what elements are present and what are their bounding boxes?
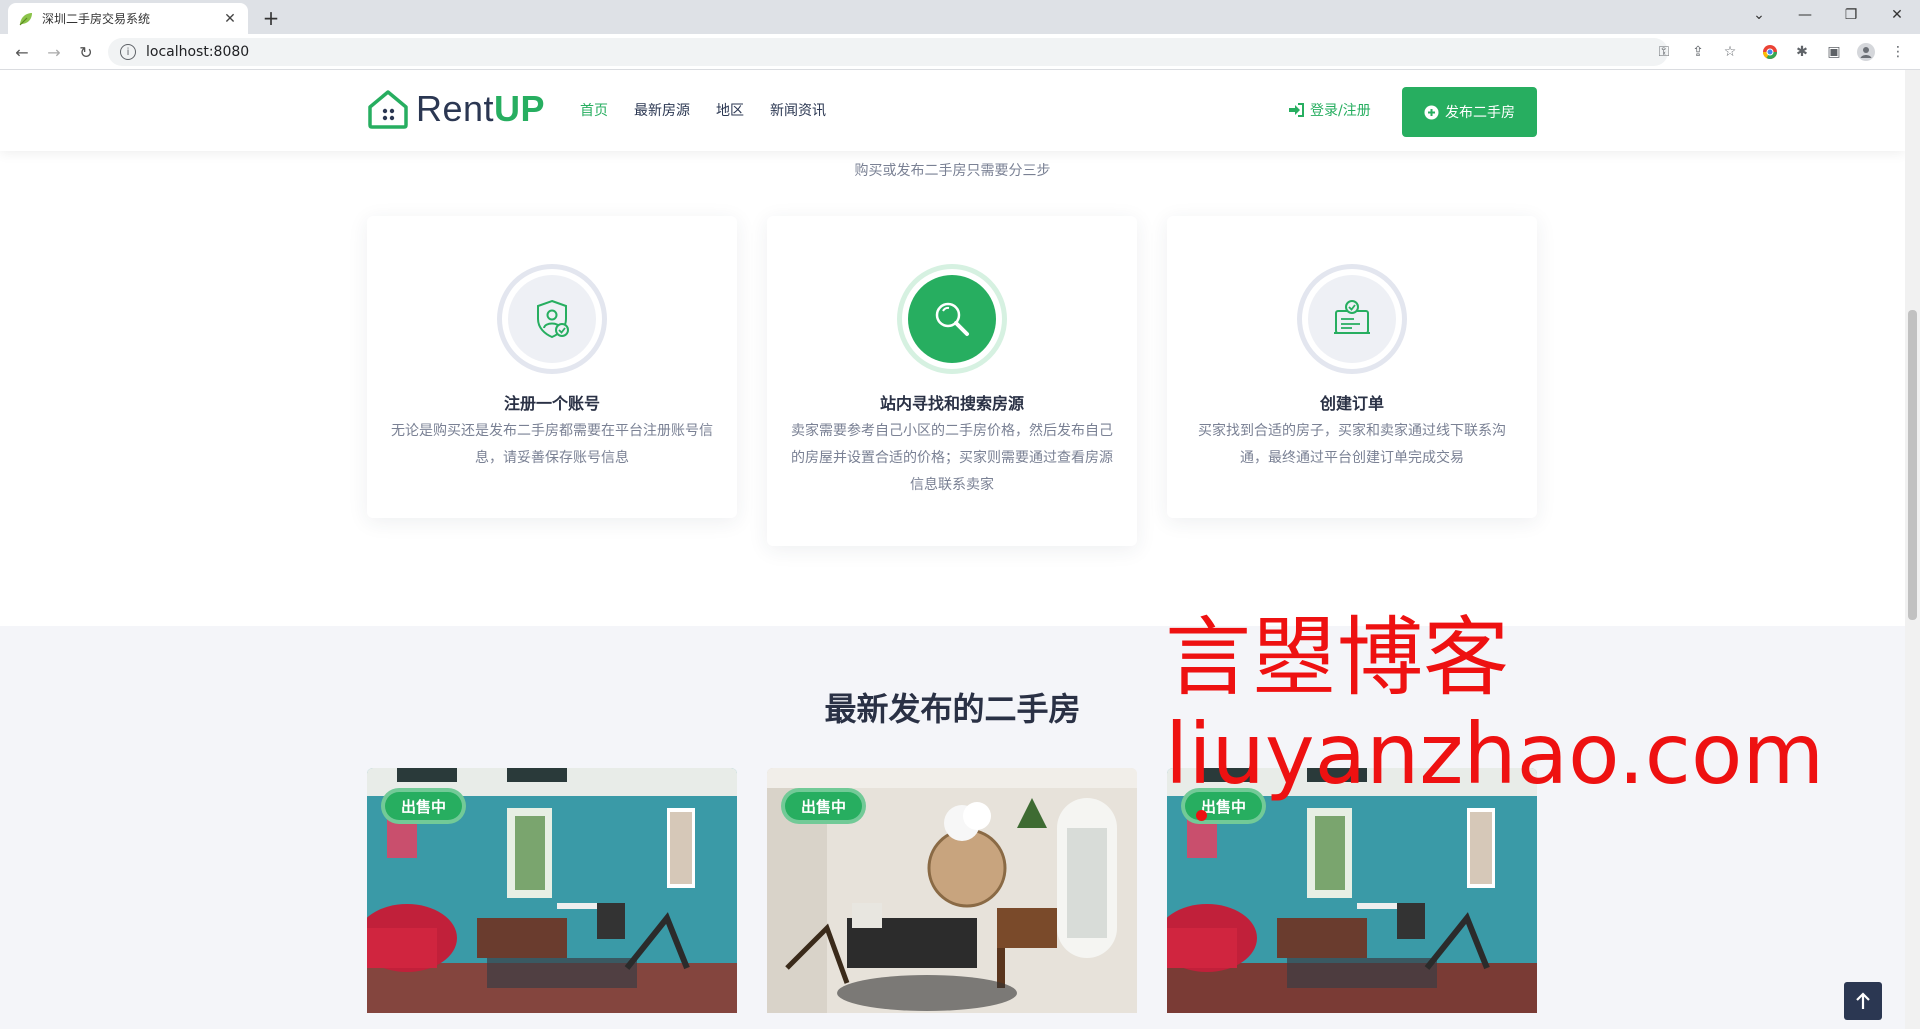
step-card-search: 站内寻找和搜索房源 卖家需要参考自己小区的二手房价格，然后发布自己的房屋并设置合… xyxy=(767,216,1137,546)
logo-text: RentUP xyxy=(416,88,546,129)
menu-kebab-icon[interactable]: ⋮ xyxy=(1886,40,1910,64)
nav-item-latest[interactable]: 最新房源 xyxy=(634,100,690,120)
scrollbar-thumb[interactable] xyxy=(1908,310,1917,620)
plus-circle-icon xyxy=(1424,105,1439,119)
watermark-title: 言曌博客 xyxy=(1165,608,1509,708)
back-to-top-button[interactable] xyxy=(1844,982,1882,1020)
side-panel-icon[interactable]: ▣ xyxy=(1822,40,1846,64)
nav-item-news[interactable]: 新闻资讯 xyxy=(770,100,826,120)
step-card-register: 注册一个账号 无论是购买还是发布二手房都需要在平台注册账号信息，请妥善保存账号信… xyxy=(367,216,737,518)
step-icon-ring xyxy=(497,264,607,374)
nav-item-home[interactable]: 首页 xyxy=(580,100,608,120)
search-icon xyxy=(935,302,969,336)
shield-user-icon xyxy=(537,299,569,339)
profile-avatar-icon[interactable] xyxy=(1854,40,1878,64)
property-card[interactable]: 出售中 xyxy=(767,768,1137,1013)
page-viewport: RentUP 首页 最新房源 地区 新闻资讯 登录/注册 发布二手房 购买或发布… xyxy=(0,70,1905,1029)
status-badge: 出售中 xyxy=(781,788,867,824)
step-desc: 买家找到合适的房子，买家和卖家通过线下联系沟通，最终通过平台创建订单完成交易 xyxy=(1198,423,1506,466)
bookmark-star-icon[interactable]: ☆ xyxy=(1718,40,1742,64)
tab-title: 深圳二手房交易系统 xyxy=(42,12,151,26)
url-text: localhost:8080 xyxy=(146,44,250,60)
puzzle-icon[interactable]: ✱ xyxy=(1790,40,1814,64)
arrow-up-icon xyxy=(1856,992,1870,1009)
reload-icon[interactable]: ↻ xyxy=(74,40,98,64)
page-scrollbar[interactable] xyxy=(1905,70,1920,1029)
leaf-favicon-icon xyxy=(18,11,34,27)
property-card[interactable]: 出售中 xyxy=(367,768,737,1013)
step-icon-ring xyxy=(897,264,1007,374)
step-title: 创建订单 xyxy=(1319,394,1384,413)
window-close-icon[interactable]: ✕ xyxy=(1874,0,1920,30)
step-title: 站内寻找和搜索房源 xyxy=(879,394,1024,413)
property-card[interactable]: 出售中 xyxy=(1167,768,1537,1013)
latest-listings-section: 最新发布的二手房 出售中 出售中 出售中 xyxy=(0,626,1905,1029)
minimize-icon[interactable]: — xyxy=(1782,0,1828,30)
status-badge: 出售中 xyxy=(381,788,467,824)
step-card-order: 创建订单 买家找到合适的房子，买家和卖家通过线下联系沟通，最终通过平台创建订单完… xyxy=(1167,216,1537,518)
watermark-url: liuyanzhao.com xyxy=(1165,705,1825,803)
new-tab-icon[interactable]: + xyxy=(258,5,284,31)
step-desc: 卖家需要参考自己小区的二手房价格，然后发布自己的房屋并设置合适的价格；买家则需要… xyxy=(791,423,1113,493)
step-desc: 无论是购买还是发布二手房都需要在平台注册账号信息，请妥善保存账号信息 xyxy=(391,423,713,466)
sign-in-icon xyxy=(1289,103,1304,117)
site-info-icon[interactable]: i xyxy=(120,44,136,60)
chrome-extension-icon[interactable] xyxy=(1758,40,1782,64)
login-label: 登录/注册 xyxy=(1310,103,1371,119)
forward-icon[interactable]: → xyxy=(42,40,66,64)
publish-house-button[interactable]: 发布二手房 xyxy=(1402,87,1537,137)
browser-tab[interactable]: 深圳二手房交易系统 ✕ xyxy=(8,3,248,34)
publish-label: 发布二手房 xyxy=(1445,105,1515,121)
browser-toolbar: ← → ↻ i localhost:8080 ⚿ ⇪ ☆ ✱ ▣ ⋮ xyxy=(0,34,1920,70)
nav-item-region[interactable]: 地区 xyxy=(716,100,744,120)
restore-icon[interactable]: ❐ xyxy=(1828,0,1874,30)
site-header: RentUP 首页 最新房源 地区 新闻资讯 登录/注册 发布二手房 xyxy=(0,70,1905,151)
step-icon-ring xyxy=(1297,264,1407,374)
cursor-dot xyxy=(1196,810,1207,821)
tab-search-icon[interactable]: ⌄ xyxy=(1736,0,1782,30)
share-icon[interactable]: ⇪ xyxy=(1686,40,1710,64)
browser-tabbar: 深圳二手房交易系统 ✕ + ⌄ — ❐ ✕ xyxy=(0,0,1920,34)
step-title: 注册一个账号 xyxy=(503,394,600,413)
login-register-link[interactable]: 登录/注册 xyxy=(1288,100,1371,120)
main-nav: 首页 最新房源 地区 新闻资讯 xyxy=(580,100,826,120)
steps-subtitle: 购买或发布二手房只需要分三步 xyxy=(854,163,1051,179)
contract-icon xyxy=(1334,300,1370,334)
key-icon[interactable]: ⚿ xyxy=(1652,40,1676,64)
site-logo[interactable]: RentUP xyxy=(366,86,545,132)
back-icon[interactable]: ← xyxy=(10,40,34,64)
address-bar[interactable]: i localhost:8080 xyxy=(108,38,1668,66)
house-logo-icon xyxy=(368,90,408,129)
tab-close-icon[interactable]: ✕ xyxy=(222,11,238,27)
